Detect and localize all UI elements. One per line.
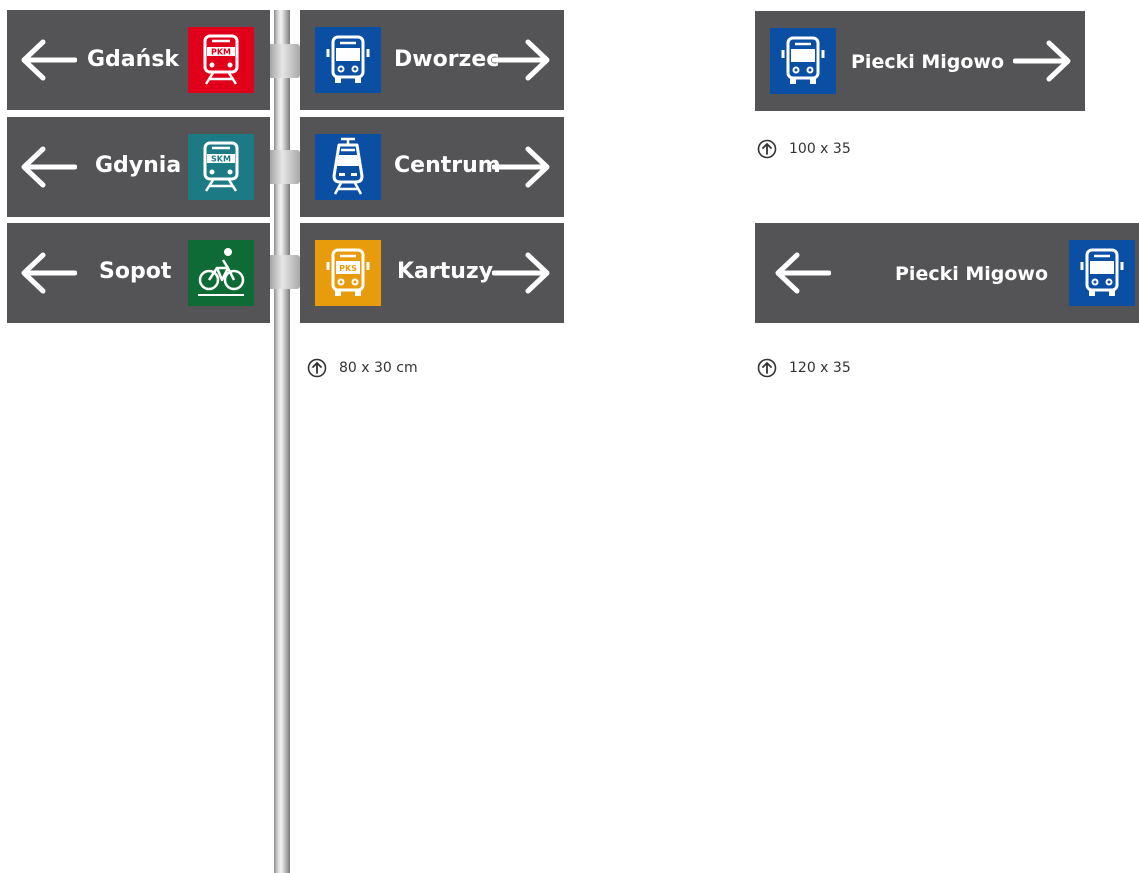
dimension-label: 100 x 35 [757, 139, 851, 159]
bus-icon [770, 28, 836, 94]
signpost-pole [274, 10, 290, 873]
sign-kartuzy: PKS Kartuzy [300, 223, 564, 323]
bus-icon [1069, 240, 1135, 306]
pictogram-badge: PKS [339, 264, 357, 273]
arrow-up-circle-icon [307, 358, 327, 378]
arrow-left-icon [21, 252, 77, 294]
sign-sopot: Sopot [7, 223, 270, 323]
sign-dworzec: Dworzec [300, 10, 564, 110]
bracket [268, 255, 300, 289]
sign-label: Gdańsk [87, 47, 180, 72]
arrow-right-icon [1013, 40, 1071, 82]
pkm-train-icon: PKM [188, 27, 254, 93]
bicycle-icon [188, 240, 254, 306]
bracket [268, 150, 300, 184]
arrow-left-icon [775, 252, 831, 294]
sign-label: Sopot [99, 259, 172, 284]
pks-bus-icon: PKS [315, 240, 381, 306]
pictogram-badge: PKM [211, 48, 231, 57]
skm-train-icon: SKM [188, 134, 254, 200]
sign-label: Piecki Migowo [895, 263, 1049, 285]
dimension-text: 120 x 35 [789, 360, 851, 376]
bracket [268, 44, 300, 78]
sign-label: Centrum [394, 153, 501, 178]
sign-piecki-migowo-120: Piecki Migowo [755, 223, 1139, 323]
sign-piecki-migowo-100: Piecki Migowo [755, 11, 1085, 111]
dimension-text: 100 x 35 [789, 141, 851, 157]
sign-centrum: Centrum [300, 117, 564, 217]
arrow-left-icon [21, 146, 77, 188]
arrow-right-icon [492, 252, 550, 294]
pictogram-badge: SKM [211, 155, 231, 164]
tram-icon [315, 134, 381, 200]
dimension-text: 80 x 30 cm [339, 360, 418, 376]
arrow-left-icon [21, 39, 77, 81]
sign-label: Kartuzy [397, 259, 494, 284]
sign-label: Gdynia [95, 153, 182, 178]
bus-icon [315, 27, 381, 93]
dimension-label: 80 x 30 cm [307, 358, 418, 378]
sign-gdynia: Gdynia SKM [7, 117, 270, 217]
arrow-right-icon [492, 39, 550, 81]
sign-label: Dworzec [394, 47, 500, 72]
dimension-label: 120 x 35 [757, 358, 851, 378]
arrow-right-icon [492, 146, 550, 188]
sign-gdansk: Gdańsk PKM [7, 10, 270, 110]
arrow-up-circle-icon [757, 358, 777, 378]
sign-label: Piecki Migowo [851, 51, 1005, 73]
arrow-up-circle-icon [757, 139, 777, 159]
